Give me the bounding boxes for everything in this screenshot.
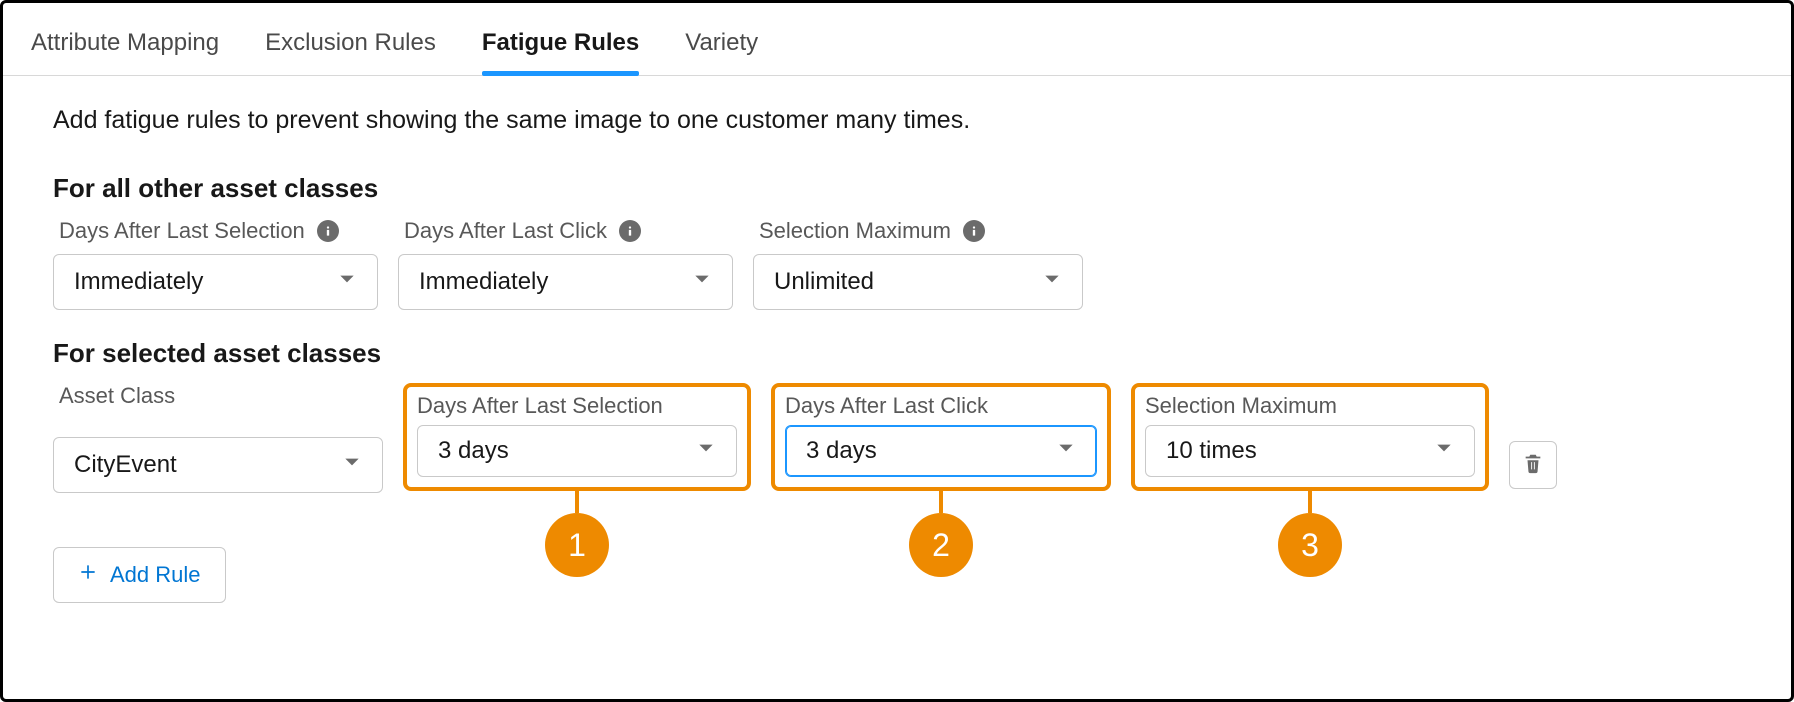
- select-selection-max-all[interactable]: Unlimited: [753, 254, 1083, 310]
- tab-attribute-mapping[interactable]: Attribute Mapping: [31, 29, 219, 75]
- select-value: 3 days: [438, 437, 509, 465]
- chevron-down-icon: [337, 268, 357, 296]
- highlight-selection-max: Selection Maximum 10 times 3: [1131, 383, 1489, 491]
- chevron-down-icon: [1056, 437, 1076, 465]
- app-frame: Attribute Mapping Exclusion Rules Fatigu…: [0, 0, 1794, 702]
- chevron-down-icon: [692, 268, 712, 296]
- callout-badge-3: 3: [1278, 513, 1342, 577]
- select-asset-class[interactable]: CityEvent: [53, 437, 383, 493]
- row-all-other: Days After Last Selection Immediately Da…: [53, 218, 1741, 310]
- label-text: Selection Maximum: [759, 218, 951, 244]
- trash-icon: [1522, 452, 1544, 479]
- chevron-down-icon: [1042, 268, 1062, 296]
- label-days-after-selection-sel: Days After Last Selection: [417, 393, 737, 419]
- tab-exclusion-rules[interactable]: Exclusion Rules: [265, 29, 436, 75]
- field-asset-class: Asset Class CityEvent: [53, 383, 383, 493]
- row-selected: Asset Class CityEvent Days After Last Se…: [53, 383, 1741, 493]
- select-value: 3 days: [806, 437, 877, 465]
- callout-connector: 1: [545, 487, 609, 577]
- info-icon[interactable]: [619, 220, 641, 242]
- label-text: Asset Class: [59, 383, 175, 409]
- label-asset-class: Asset Class: [53, 383, 383, 409]
- label-days-after-click-sel: Days After Last Click: [785, 393, 1097, 419]
- label-text: Days After Last Click: [404, 218, 607, 244]
- tab-fatigue-rules[interactable]: Fatigue Rules: [482, 29, 639, 75]
- field-days-after-click-all: Days After Last Click Immediately: [398, 218, 733, 310]
- select-days-after-selection-sel[interactable]: 3 days: [417, 425, 737, 477]
- info-icon[interactable]: [963, 220, 985, 242]
- callout-badge-2: 2: [909, 513, 973, 577]
- field-days-after-selection-all: Days After Last Selection Immediately: [53, 218, 378, 310]
- add-rule-label: Add Rule: [110, 562, 201, 588]
- field-selection-max-all: Selection Maximum Unlimited: [753, 218, 1083, 310]
- chevron-down-icon: [696, 437, 716, 465]
- select-days-after-click-all[interactable]: Immediately: [398, 254, 733, 310]
- heading-selected: For selected asset classes: [53, 338, 1741, 369]
- select-value: 10 times: [1166, 437, 1257, 465]
- heading-all-other: For all other asset classes: [53, 173, 1741, 204]
- select-value: Immediately: [419, 268, 548, 296]
- tab-bar: Attribute Mapping Exclusion Rules Fatigu…: [3, 3, 1791, 76]
- callout-connector: 3: [1278, 487, 1342, 577]
- callout-stem: [939, 487, 943, 513]
- tab-variety[interactable]: Variety: [685, 29, 758, 75]
- tab-content: Add fatigue rules to prevent showing the…: [3, 76, 1791, 643]
- callout-stem: [575, 487, 579, 513]
- callout-connector: 2: [909, 487, 973, 577]
- callout-stem: [1308, 487, 1312, 513]
- plus-icon: [78, 562, 98, 588]
- label-days-after-click-all: Days After Last Click: [398, 218, 733, 244]
- info-icon[interactable]: [317, 220, 339, 242]
- label-selection-max-sel: Selection Maximum: [1145, 393, 1475, 419]
- add-rule-button[interactable]: Add Rule: [53, 547, 226, 603]
- callout-badge-1: 1: [545, 513, 609, 577]
- label-days-after-selection-all: Days After Last Selection: [53, 218, 378, 244]
- select-value: Immediately: [74, 268, 203, 296]
- delete-rule-button[interactable]: [1509, 441, 1557, 489]
- highlight-days-after-selection: Days After Last Selection 3 days 1: [403, 383, 751, 491]
- select-value: CityEvent: [74, 451, 177, 479]
- select-days-after-click-sel[interactable]: 3 days: [785, 425, 1097, 477]
- chevron-down-icon: [342, 451, 362, 479]
- chevron-down-icon: [1434, 437, 1454, 465]
- select-selection-max-sel[interactable]: 10 times: [1145, 425, 1475, 477]
- highlight-days-after-click: Days After Last Click 3 days 2: [771, 383, 1111, 491]
- label-text: Days After Last Selection: [59, 218, 305, 244]
- select-days-after-selection-all[interactable]: Immediately: [53, 254, 378, 310]
- select-value: Unlimited: [774, 268, 874, 296]
- intro-text: Add fatigue rules to prevent showing the…: [53, 106, 1741, 135]
- label-selection-max-all: Selection Maximum: [753, 218, 1083, 244]
